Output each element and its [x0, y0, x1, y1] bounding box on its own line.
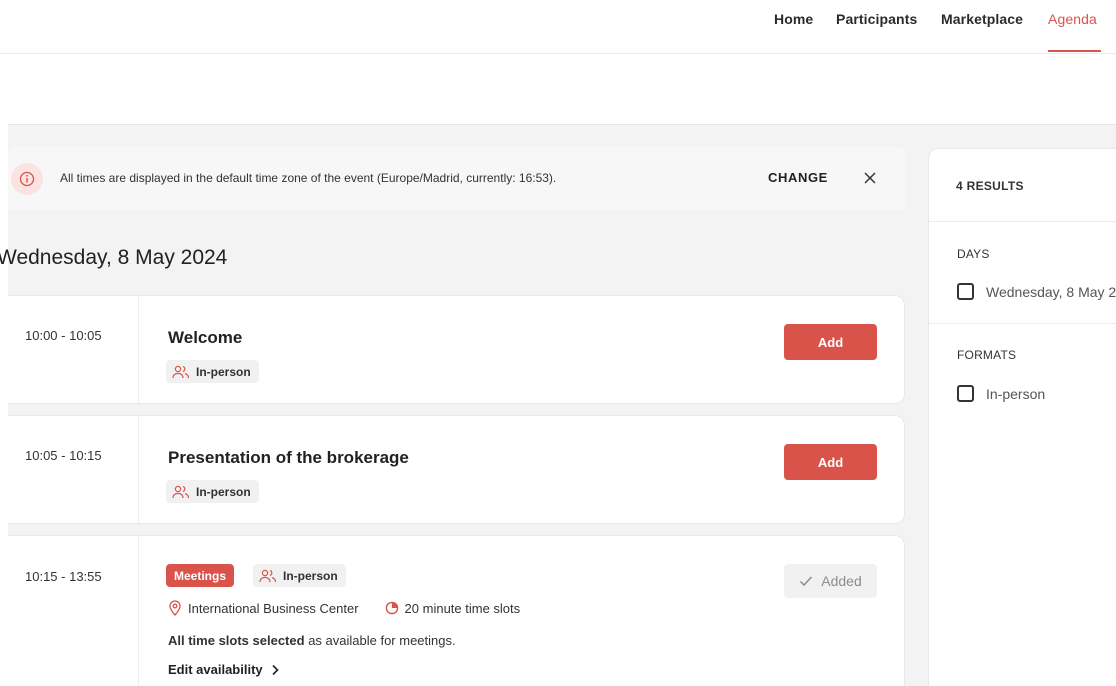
people-icon	[172, 365, 190, 378]
format-badge: In-person	[166, 360, 259, 383]
availability-summary: All time slots selected as available for…	[168, 633, 456, 648]
added-session-button[interactable]: Added	[784, 564, 877, 598]
availability-bold: All time slots selected	[168, 633, 305, 648]
session-title[interactable]: Presentation of the brokerage	[168, 448, 409, 468]
format-label: In-person	[196, 364, 251, 379]
close-icon[interactable]	[862, 170, 878, 186]
card-divider	[138, 296, 139, 403]
format-label: In-person	[196, 484, 251, 499]
info-icon	[11, 163, 43, 195]
formats-filter-label: FORMATS	[957, 348, 1017, 362]
format-filter-option[interactable]: In-person	[986, 386, 1045, 402]
check-icon	[800, 576, 813, 587]
edit-availability-link[interactable]: Edit availability	[168, 662, 279, 677]
session-time: 10:15 - 13:55	[25, 569, 102, 584]
format-badge: In-person	[253, 564, 346, 587]
format-label: In-person	[283, 568, 338, 583]
availability-rest: as available for meetings.	[308, 633, 456, 648]
chevron-right-icon	[272, 664, 279, 675]
add-session-button[interactable]: Add	[784, 324, 877, 360]
card-divider	[138, 536, 139, 686]
days-filter-label: DAYS	[957, 247, 990, 261]
session-card: 10:00 - 10:05 Welcome In-person Add	[8, 295, 905, 404]
nav-marketplace[interactable]: Marketplace	[941, 11, 1023, 27]
session-meta: International Business Center 20 minute …	[168, 600, 520, 616]
day-filter-option[interactable]: Wednesday, 8 May 2024	[986, 284, 1116, 300]
session-time: 10:05 - 10:15	[25, 448, 102, 463]
change-timezone-button[interactable]: CHANGE	[768, 170, 828, 185]
day-filter-checkbox[interactable]	[957, 283, 974, 300]
session-card: 10:15 - 13:55 Meetings In-person Added I…	[8, 535, 905, 686]
add-session-button[interactable]: Add	[784, 444, 877, 480]
nav-participants[interactable]: Participants	[836, 11, 917, 27]
meetings-tag: Meetings	[166, 564, 235, 587]
location-pin-icon	[169, 600, 181, 616]
session-card: 10:05 - 10:15 Presentation of the broker…	[8, 415, 905, 524]
people-icon	[172, 485, 190, 498]
people-icon	[259, 569, 277, 582]
day-heading: Wednesday, 8 May 2024	[0, 246, 228, 269]
nav-agenda[interactable]: Agenda	[1048, 11, 1097, 27]
nav-home[interactable]: Home	[774, 11, 813, 27]
clock-icon	[385, 601, 398, 615]
session-time: 10:00 - 10:05	[25, 328, 102, 343]
results-count: 4 RESULTS	[956, 179, 1024, 193]
card-divider	[138, 416, 139, 523]
format-filter-checkbox[interactable]	[957, 385, 974, 402]
session-location: International Business Center	[188, 600, 359, 616]
top-navigation: Home Participants Marketplace Agenda	[0, 0, 1116, 54]
slot-length: 20 minute time slots	[404, 600, 521, 616]
added-label: Added	[821, 573, 862, 589]
active-nav-indicator	[1048, 50, 1101, 52]
timezone-message: All times are displayed in the default t…	[60, 171, 557, 185]
format-badge: In-person	[166, 480, 259, 503]
session-title[interactable]: Welcome	[168, 328, 242, 348]
filter-divider	[929, 323, 1116, 324]
filter-panel	[928, 148, 1116, 686]
filter-divider	[929, 221, 1116, 222]
edit-availability-label: Edit availability	[168, 662, 263, 677]
